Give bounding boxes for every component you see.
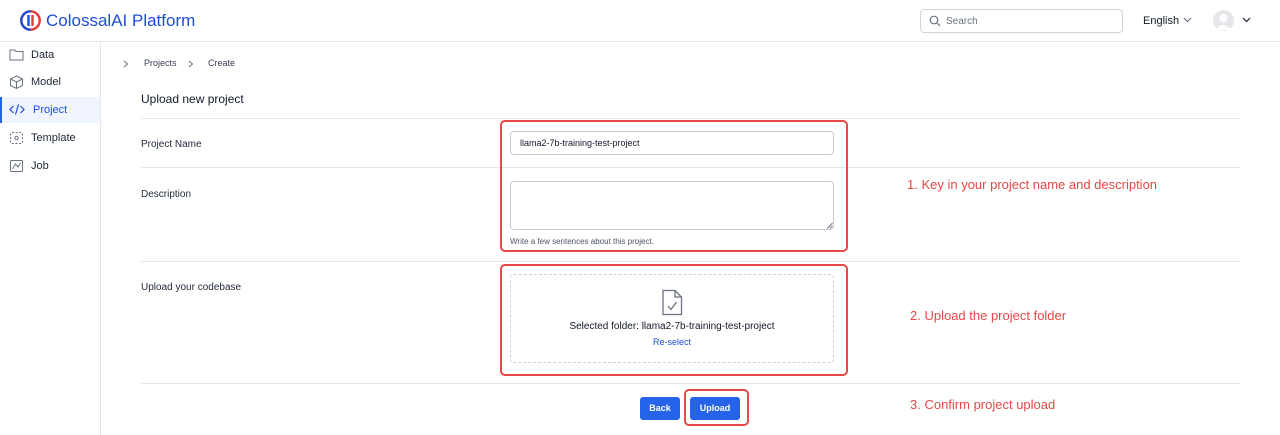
divider <box>141 118 1240 119</box>
sidebar-item-model[interactable]: Model <box>0 69 100 95</box>
template-icon <box>10 132 23 144</box>
job-icon <box>10 160 23 172</box>
breadcrumb-projects[interactable]: Projects <box>144 58 177 68</box>
highlight-box-step2 <box>500 264 848 376</box>
sidebar-item-label: Model <box>31 76 61 88</box>
page-title: Upload new project <box>141 92 244 106</box>
sidebar-item-data[interactable]: Data <box>0 42 100 68</box>
divider <box>141 261 1240 262</box>
search-input[interactable] <box>946 13 1116 29</box>
annotation-step3: 3. Confirm project upload <box>910 397 1056 412</box>
divider <box>141 383 1240 384</box>
top-header: ColossalAI Platform English <box>0 0 1280 42</box>
highlight-box-step3 <box>684 389 749 426</box>
breadcrumb-create: Create <box>208 58 236 68</box>
project-name-label: Project Name <box>141 139 202 150</box>
language-selector[interactable]: English <box>1143 15 1179 27</box>
annotation-step1: 1. Key in your project name and descript… <box>907 177 1158 192</box>
sidebar-item-label: Template <box>31 132 76 144</box>
sidebar-item-label: Job <box>31 160 49 172</box>
search-box[interactable] <box>920 9 1123 33</box>
colossalai-logo-icon <box>20 10 41 31</box>
cube-icon <box>10 75 23 89</box>
highlight-box-step1 <box>500 120 848 252</box>
description-label: Description <box>141 189 192 200</box>
user-avatar-icon <box>1216 14 1231 30</box>
folder-icon <box>9 49 24 61</box>
sidebar-item-label: Project <box>33 104 68 116</box>
chevron-down-icon[interactable] <box>1183 17 1192 23</box>
sidebar-item-job[interactable]: Job <box>0 153 100 179</box>
annotation-step2: 2. Upload the project folder <box>910 308 1067 323</box>
sidebar-item-label: Data <box>31 49 55 61</box>
code-icon <box>9 104 25 115</box>
chevron-down-icon[interactable] <box>1242 17 1251 23</box>
brand-title[interactable]: ColossalAI Platform <box>46 11 195 31</box>
search-icon <box>929 15 941 27</box>
avatar[interactable] <box>1213 10 1234 31</box>
chevron-right-icon <box>188 60 194 68</box>
chevron-right-icon <box>123 60 129 68</box>
sidebar: Data Model Project Template Job <box>0 42 101 435</box>
sidebar-item-project[interactable]: Project <box>0 97 100 123</box>
sidebar-item-template[interactable]: Template <box>0 125 100 151</box>
back-button[interactable]: Back <box>640 397 680 420</box>
codebase-label: Upload your codebase <box>141 282 242 293</box>
